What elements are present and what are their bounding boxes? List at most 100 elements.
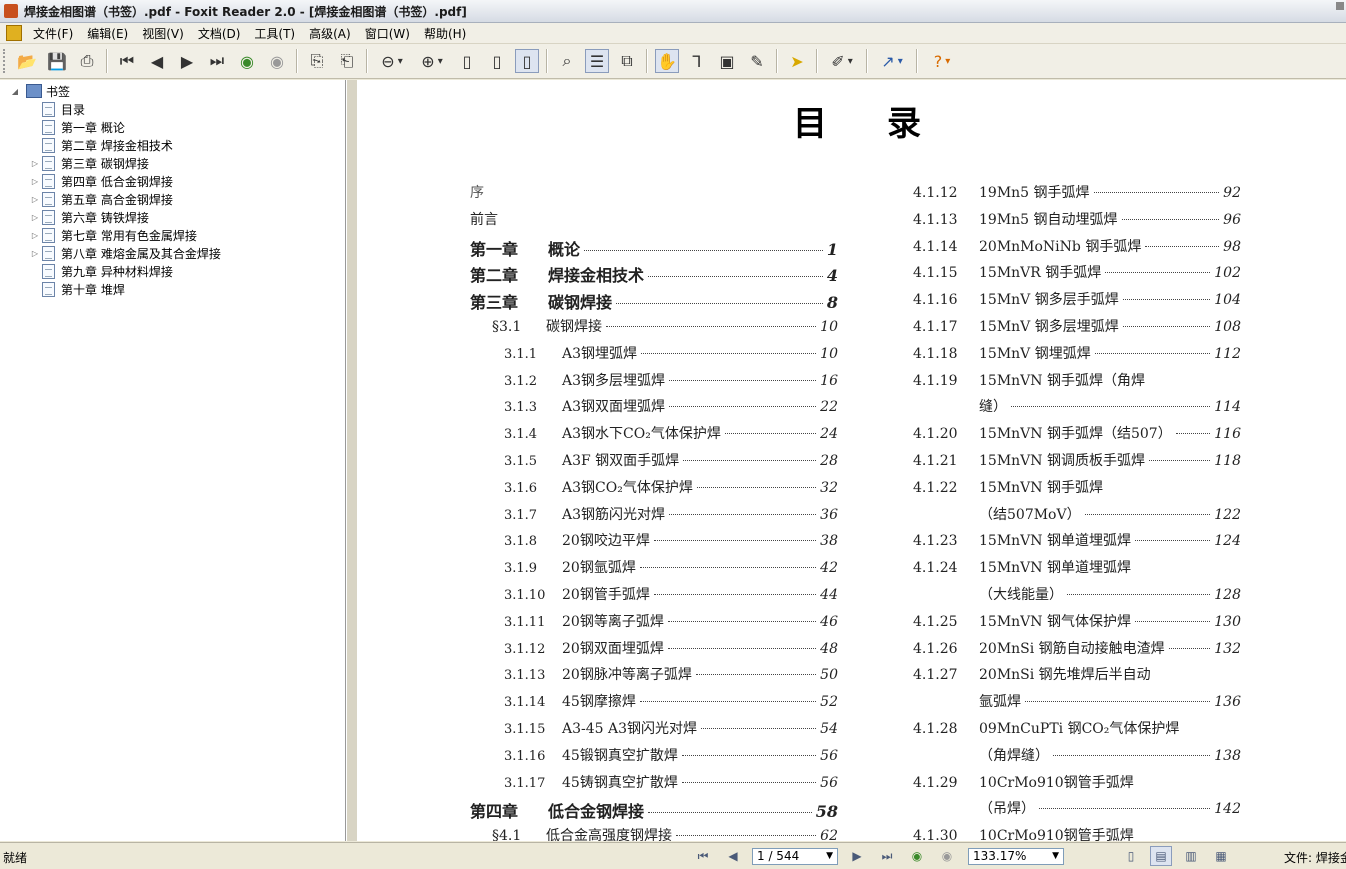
expand-icon[interactable]: ▷ [30,177,40,186]
bookmarks-panel-icon[interactable]: ☰ [585,49,609,73]
toc-entry[interactable]: 4.1.25 15MnVN 钢气体保护焊 130 [913,611,1241,635]
toc-entry[interactable]: 3.1.8 20钢咬边平焊 38 [470,530,838,554]
toc-entry[interactable]: （角焊缝） 138 [913,745,1241,769]
continuous-facing-icon[interactable]: ▦ [1210,846,1232,866]
toc-entry[interactable]: 第三章 碳钢焊接 8 [470,289,838,313]
print-icon[interactable]: ⎙ [75,49,99,73]
menu-tools[interactable]: 工具(T) [247,25,302,42]
expand-icon[interactable]: ▷ [30,213,40,222]
toc-entry[interactable]: 3.1.3 A3钢双面埋弧焊 22 [470,396,838,420]
toc-entry[interactable]: 4.1.23 15MnVN 钢单道埋弧焊 124 [913,530,1241,554]
toc-entry[interactable]: 3.1.6 A3钢CO₂气体保护焊 32 [470,477,838,501]
toc-entry[interactable]: 3.1.16 45锻钢真空扩散焊 56 [470,745,838,769]
bookmark-item[interactable]: ▷ 第七章 常用有色金属焊接 [30,226,197,244]
arrow-tool-icon[interactable]: ↗ [875,49,909,73]
single-page-icon[interactable]: ▯ [1120,846,1142,866]
menu-file[interactable]: 文件(F) [26,25,80,42]
toc-entry[interactable]: 4.1.27 20MnSi 钢先堆焊后半自动 [913,664,1241,688]
status-last-page-icon[interactable]: ⏭ [877,847,897,865]
toc-entry[interactable]: （吊焊） 142 [913,798,1241,822]
toc-entry[interactable]: 3.1.14 45钢摩擦焊 52 [470,691,838,715]
toc-entry[interactable]: 4.1.13 19Mn5 钢自动埋弧焊 96 [913,209,1241,233]
toc-entry[interactable]: 3.1.12 20钢双面埋弧焊 48 [470,638,838,662]
snapshot-icon[interactable]: ⧉ [615,49,639,73]
bookmark-item[interactable]: ▷ 第八章 难熔金属及其合金焊接 [30,244,221,262]
bookmark-item[interactable]: 第二章 焊接金相技术 [30,136,173,154]
status-back-icon[interactable]: ◉ [907,847,927,865]
status-forward-icon[interactable]: ◉ [937,847,957,865]
bookmark-item[interactable]: 第十章 堆焊 [30,280,125,298]
toc-entry[interactable]: 第一章 概论 1 [470,236,838,260]
first-page-icon[interactable]: ⏮ [115,49,139,73]
open-icon[interactable]: 📂 [15,49,39,73]
toc-entry[interactable]: 3.1.17 45铸钢真空扩散焊 56 [470,772,838,796]
menu-edit[interactable]: 编辑(E) [80,25,135,42]
next-page-icon[interactable]: ▶ [175,49,199,73]
status-next-page-icon[interactable]: ▶ [847,847,867,865]
toc-entry[interactable]: 3.1.2 A3钢多层埋弧焊 16 [470,370,838,394]
toc-entry[interactable]: 3.1.4 A3钢水下CO₂气体保护焊 24 [470,423,838,447]
hand-tool-icon[interactable]: ✋ [655,49,679,73]
prev-page-icon[interactable]: ◀ [145,49,169,73]
toc-entry[interactable]: 4.1.15 15MnVR 钢手弧焊 102 [913,262,1241,286]
annotation-icon[interactable]: ✐ [825,49,859,73]
toc-entry[interactable]: 4.1.20 15MnVN 钢手弧焊（结507） 116 [913,423,1241,447]
toc-entry[interactable]: 4.1.29 10CrMo910钢管手弧焊 [913,772,1241,796]
toc-entry[interactable]: 4.1.26 20MnSi 钢筋自动接触电渣焊 132 [913,638,1241,662]
bookmark-item[interactable]: ▷ 第四章 低合金钢焊接 [30,172,173,190]
back-icon[interactable]: ◉ [235,49,259,73]
toc-entry[interactable]: 前言 [470,209,838,233]
toc-entry[interactable]: 第二章 焊接金相技术 4 [470,262,838,286]
actual-size-icon[interactable]: ▯ [455,49,479,73]
last-page-icon[interactable]: ⏭ [205,49,229,73]
bookmark-item[interactable]: ▷ 第五章 高合金钢焊接 [30,190,173,208]
menu-view[interactable]: 视图(V) [135,25,191,42]
menu-document[interactable]: 文档(D) [191,25,248,42]
zoom-field[interactable]: 133.17% ▼ [968,847,1064,865]
find-icon[interactable]: ⌕ [555,49,579,73]
toc-entry[interactable]: 4.1.18 15MnV 钢埋弧焊 112 [913,343,1241,367]
toc-entry[interactable]: 4.1.28 09MnCuPTi 钢CO₂气体保护焊 [913,718,1241,742]
toc-entry[interactable]: 4.1.21 15MnVN 钢调质板手弧焊 118 [913,450,1241,474]
status-prev-page-icon[interactable]: ◀ [723,847,743,865]
bookmark-item[interactable]: ▷ 第三章 碳钢焊接 [30,154,149,172]
fit-width-icon[interactable]: ▯ [515,49,539,73]
toc-entry[interactable]: 3.1.7 A3钢筋闪光对焊 36 [470,504,838,528]
toc-entry[interactable]: §4.1 低合金高强度钢焊接 62 [470,825,838,841]
bookmark-item[interactable]: 目录 [30,100,85,118]
expand-icon[interactable]: ▷ [30,159,40,168]
bookmark-item[interactable]: 第九章 异种材料焊接 [30,262,173,280]
rotate-left-icon[interactable]: ⎘ [305,49,329,73]
select-tool-icon[interactable]: ➤ [785,49,809,73]
toc-entry[interactable]: 4.1.16 15MnV 钢多层手弧焊 104 [913,289,1241,313]
toc-entry[interactable]: 4.1.24 15MnVN 钢单道埋弧焊 [913,557,1241,581]
toc-entry[interactable]: 3.1.9 20钢氩弧焊 42 [470,557,838,581]
toc-entry[interactable]: 序 [470,182,838,206]
toc-entry[interactable]: 3.1.15 A3-45 A3钢闪光对焊 54 [470,718,838,742]
toc-entry[interactable]: 3.1.1 A3钢埋弧焊 10 [470,343,838,367]
window-corner-icon[interactable] [1336,2,1344,10]
chevron-down-icon[interactable]: ▼ [826,851,833,861]
toc-entry[interactable]: 4.1.22 15MnVN 钢手弧焊 [913,477,1241,501]
forward-icon[interactable]: ◉ [265,49,289,73]
bookmark-root[interactable]: ◢ 书签 [10,82,70,100]
toc-entry[interactable]: 4.1.14 20MnMoNiNb 钢手弧焊 98 [913,236,1241,260]
save-icon[interactable]: 💾 [45,49,69,73]
bookmark-item[interactable]: ▷ 第六章 铸铁焊接 [30,208,149,226]
expand-icon[interactable]: ▷ [30,249,40,258]
toc-entry[interactable]: 氩弧焊 136 [913,691,1241,715]
toc-entry[interactable]: 3.1.5 A3F 钢双面手弧焊 28 [470,450,838,474]
document-view[interactable]: 目录 序前言 第一章 概论 1 第二章 焊接金相技术 4 第三章 碳钢焊接 8 §3.1 碳钢焊接 10… [357,80,1346,841]
toc-entry[interactable]: 4.1.17 15MnV 钢多层埋弧焊 108 [913,316,1241,340]
bookmark-item[interactable]: 第一章 概论 [30,118,125,136]
toolbar-grip[interactable] [3,49,8,73]
page-number-field[interactable]: 1 / 544 ▼ [752,847,838,865]
menu-window[interactable]: 窗口(W) [358,25,417,42]
continuous-icon[interactable]: ▤ [1150,846,1172,866]
help-icon[interactable]: ? [925,49,959,73]
toc-entry[interactable]: 第四章 低合金钢焊接 58 [470,798,838,822]
toc-entry[interactable]: 3.1.11 20钢等离子弧焊 46 [470,611,838,635]
fit-page-icon[interactable]: ▯ [485,49,509,73]
status-first-page-icon[interactable]: ⏮ [693,847,713,865]
toc-entry[interactable]: 4.1.30 10CrMo910钢管手弧焊 [913,825,1241,841]
